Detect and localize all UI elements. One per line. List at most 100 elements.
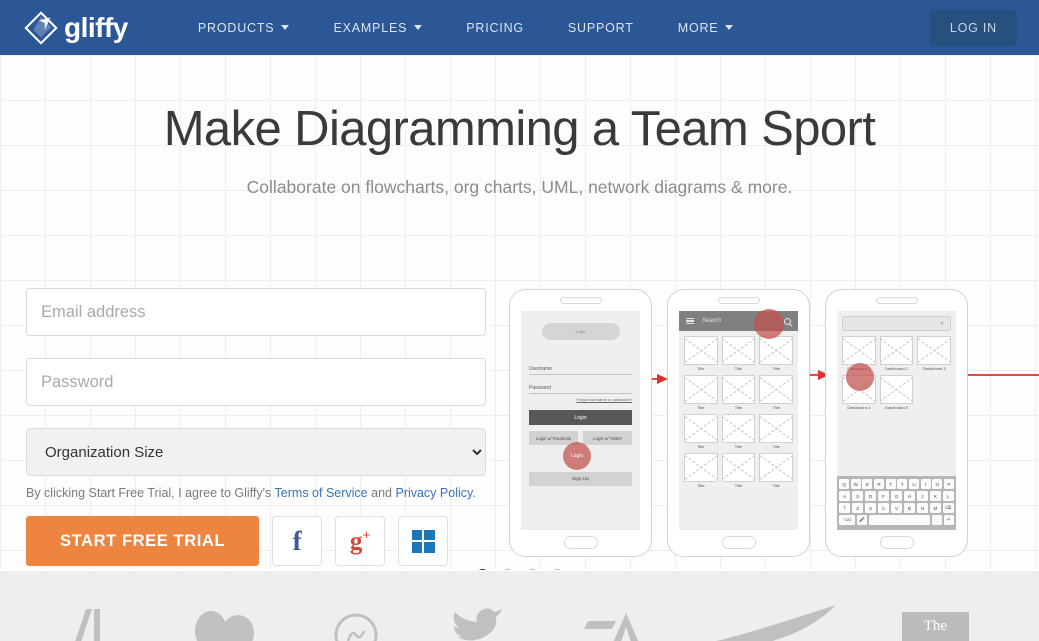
enter-key[interactable]: ↵	[943, 515, 954, 525]
chevron-down-icon	[414, 25, 423, 30]
hero-section: Make Diagramming a Team Sport Collaborat…	[0, 55, 1039, 570]
image-placeholder-icon	[759, 413, 793, 443]
hamburger-icon[interactable]	[686, 316, 694, 326]
key[interactable]: V	[890, 503, 903, 513]
key[interactable]: P	[943, 479, 954, 489]
nav-label: SUPPORT	[567, 20, 634, 35]
tile-item[interactable]: Title	[759, 374, 793, 410]
key[interactable]: U	[908, 479, 920, 489]
nike-logo	[715, 605, 836, 641]
phone-mockup-1: Logo Username Password Forgot username o…	[509, 289, 652, 557]
top-navigation-bar: gliffy PRODUCTS EXAMPLES PRICING SUPPORT…	[0, 0, 1039, 55]
nav-label: PRICING	[466, 20, 524, 35]
image-placeholder-icon	[879, 336, 914, 365]
carousel-dot-3[interactable]	[525, 569, 539, 570]
key[interactable]: X	[864, 503, 877, 513]
key[interactable]: R	[873, 479, 885, 489]
key[interactable]: F	[877, 491, 890, 501]
image-placeholder-icon	[684, 413, 718, 443]
tile-grid: Title Title Title Title Title Title Titl…	[679, 331, 798, 493]
tile-item[interactable]: Title	[684, 336, 718, 371]
x-icon[interactable]: ✕	[940, 321, 944, 327]
key[interactable]: Y	[897, 479, 908, 489]
gliffy-logo[interactable]: gliffy	[22, 9, 128, 47]
microphone-key[interactable]: 🎤	[856, 515, 868, 525]
password-field-label[interactable]: Password	[529, 385, 632, 394]
image-placeholder-icon	[684, 336, 718, 365]
carousel-dot-2[interactable]	[500, 569, 514, 570]
backspace-key[interactable]: ⌫	[942, 503, 954, 513]
gliffy-diamond-arrow-icon	[24, 10, 58, 45]
key[interactable]: T	[885, 479, 896, 489]
tile-item[interactable]: Title	[684, 413, 718, 449]
key[interactable]: W	[850, 479, 861, 489]
key[interactable]: I	[920, 479, 931, 489]
key[interactable]: J	[916, 491, 929, 501]
login-button[interactable]: LOG IN	[929, 9, 1017, 46]
dashboard-item[interactable]: Dashboard 5	[879, 374, 914, 410]
key[interactable]: L	[942, 491, 954, 501]
nav-item-products[interactable]: PRODUCTS	[176, 13, 312, 43]
carousel-dot-1[interactable]	[475, 569, 489, 570]
nav-item-examples[interactable]: EXAMPLES	[311, 13, 444, 43]
key[interactable]: D	[864, 491, 877, 501]
dashboard-label: Dashboard 4	[847, 404, 871, 410]
shift-key[interactable]: ⇧	[839, 503, 851, 513]
tile-item[interactable]: Title	[759, 413, 793, 449]
customer-logo-strip: The	[0, 571, 1039, 641]
carousel-dot-4[interactable]	[550, 569, 564, 570]
tap-indicator-dashboard	[846, 363, 874, 391]
nav-label: MORE	[677, 20, 719, 35]
dashboard-item[interactable]: Dashboard 2	[879, 336, 914, 371]
key[interactable]: K	[929, 491, 942, 501]
key[interactable]: N	[916, 503, 929, 513]
tile-item[interactable]: Title	[684, 374, 718, 410]
key[interactable]: Z	[851, 503, 864, 513]
key[interactable]: B	[903, 503, 916, 513]
key[interactable]: G	[890, 491, 903, 501]
twitter-login-mock[interactable]: Login w/ Twitter	[583, 431, 632, 445]
tile-item[interactable]: Title	[721, 452, 756, 488]
image-placeholder-icon	[759, 374, 793, 404]
tile-item[interactable]: Title	[721, 336, 756, 371]
twitter-logo	[453, 608, 502, 641]
forgot-credentials-link[interactable]: Forgot username or password?	[529, 397, 632, 402]
key[interactable]: A	[839, 491, 851, 501]
login-button-mock[interactable]: Login	[529, 410, 632, 425]
key[interactable]: E	[862, 479, 873, 489]
adobe-logo	[75, 609, 100, 641]
tile-item[interactable]: Title	[684, 452, 718, 488]
tile-item[interactable]: Title	[721, 413, 756, 449]
tile-item[interactable]: Title	[721, 374, 756, 410]
period-key[interactable]: .	[931, 515, 943, 525]
tile-label: Title	[734, 443, 743, 449]
key[interactable]: O	[932, 479, 943, 489]
key[interactable]: Q	[839, 479, 850, 489]
image-placeholder-icon	[842, 336, 876, 365]
key[interactable]: S	[851, 491, 864, 501]
numbers-key[interactable]: ?123	[839, 515, 856, 525]
ge-logo	[334, 613, 378, 641]
image-placeholder-icon	[721, 336, 756, 365]
tile-label: Title	[734, 482, 743, 488]
tile-label: Title	[697, 365, 705, 371]
tile-item[interactable]: Title	[759, 336, 793, 371]
keyboard-row-3: ⇧ Z X C V B N M ⌫	[839, 503, 954, 513]
app-logo-placeholder: Logo	[541, 323, 620, 340]
search-input-mock[interactable]: ✕	[842, 316, 951, 331]
tile-label: Title	[734, 404, 743, 410]
nav-item-support[interactable]: SUPPORT	[546, 13, 656, 43]
signup-button-mock[interactable]: Sign Up	[529, 472, 632, 486]
space-key[interactable]	[868, 515, 931, 525]
nav-item-more[interactable]: MORE	[656, 13, 756, 43]
tap-indicator-search	[754, 309, 784, 339]
magnifier-icon[interactable]	[784, 317, 791, 325]
key[interactable]: C	[877, 503, 890, 513]
dashboard-item[interactable]: Dashboard 3	[917, 336, 951, 371]
nav-item-pricing[interactable]: PRICING	[444, 13, 546, 43]
tile-item[interactable]: Title	[759, 452, 793, 488]
username-field-label[interactable]: Username	[529, 366, 632, 375]
key[interactable]: M	[929, 503, 942, 513]
key[interactable]: H	[903, 491, 916, 501]
image-placeholder-icon	[759, 452, 793, 482]
